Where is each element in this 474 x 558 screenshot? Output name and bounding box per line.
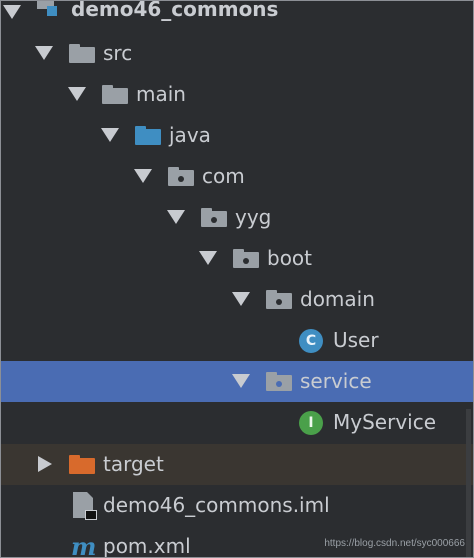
interface-icon: I (299, 411, 323, 435)
expand-arrow-icon[interactable] (232, 292, 250, 306)
tree-row-root[interactable]: demo46_commons (1, 0, 473, 33)
tree-row-service[interactable]: service (1, 361, 473, 402)
tree-label-target: target (103, 452, 164, 476)
tree-row-iml[interactable]: demo46_commons.iml (1, 485, 473, 526)
class-icon: C (299, 329, 323, 353)
tree-label-com: com (202, 164, 245, 188)
source-folder-icon (135, 126, 161, 145)
package-icon (266, 372, 292, 391)
tree-label-pom: pom.xml (103, 534, 191, 558)
package-icon (201, 208, 227, 227)
tree-label-iml: demo46_commons.iml (103, 493, 330, 517)
folder-icon (102, 85, 128, 104)
tree-row-myservice[interactable]: I MyService (1, 402, 473, 443)
package-icon (233, 249, 259, 268)
tree-row-user[interactable]: C User (1, 320, 473, 361)
vertical-scrollbar[interactable] (466, 409, 471, 557)
tree-label-service: service (300, 369, 372, 393)
tree-label-main: main (136, 82, 186, 106)
tree-label-src: src (103, 41, 133, 65)
tree-row-java[interactable]: java (1, 115, 473, 156)
tree-row-com[interactable]: com (1, 156, 473, 197)
excluded-folder-icon (69, 455, 95, 474)
project-tree-panel: demo46_commons src main java com yyg boo… (0, 0, 474, 558)
expand-arrow-icon[interactable] (101, 128, 119, 142)
module-icon (37, 1, 59, 18)
tree-label-myservice: MyService (333, 410, 437, 434)
tree-row-target[interactable]: target (1, 444, 473, 485)
iml-file-icon (73, 492, 97, 520)
tree-row-src[interactable]: src (1, 33, 473, 74)
tree-label-java: java (169, 123, 211, 147)
tree-label-user: User (333, 328, 379, 352)
tree-row-main[interactable]: main (1, 74, 473, 115)
watermark-text: https://blog.csdn.net/syc000666 (324, 538, 465, 549)
expand-arrow-icon[interactable] (134, 169, 152, 183)
tree-label-boot: boot (267, 246, 313, 270)
tree-label-domain: domain (300, 287, 375, 311)
expand-arrow-icon[interactable] (68, 87, 86, 101)
expand-arrow-icon[interactable] (232, 374, 250, 388)
folder-icon (69, 44, 95, 63)
tree-row-yyg[interactable]: yyg (1, 197, 473, 238)
tree-label-root: demo46_commons (71, 0, 279, 21)
tree-row-boot[interactable]: boot (1, 238, 473, 279)
package-icon (168, 167, 194, 186)
tree-row-domain[interactable]: domain (1, 279, 473, 320)
expand-arrow-icon[interactable] (3, 5, 21, 19)
maven-icon: m (71, 532, 97, 558)
expand-arrow-icon[interactable] (167, 210, 185, 224)
expand-arrow-icon[interactable] (35, 46, 53, 60)
collapse-arrow-icon[interactable] (38, 456, 52, 472)
tree-label-yyg: yyg (235, 205, 272, 229)
expand-arrow-icon[interactable] (199, 251, 217, 265)
package-icon (266, 290, 292, 309)
